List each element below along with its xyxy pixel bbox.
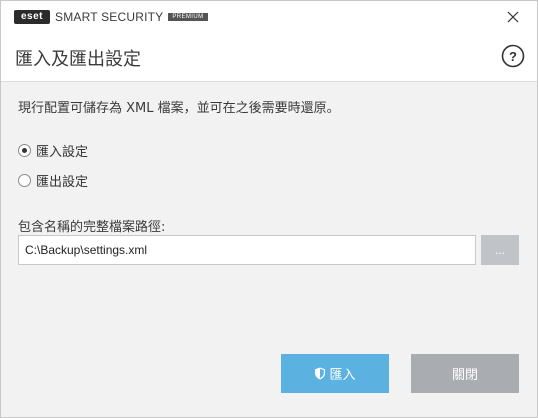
import-button[interactable]: 匯入 <box>281 354 389 393</box>
brand: eset SMART SECURITY PREMIUM <box>14 10 208 24</box>
description-text: 現行配置可儲存為 XML 檔案，並可在之後需要時還原。 <box>18 101 340 116</box>
help-icon[interactable]: ? <box>501 44 525 68</box>
close-button[interactable]: 關閉 <box>411 354 519 393</box>
eset-logo: eset <box>14 10 50 24</box>
svg-text:?: ? <box>509 49 517 64</box>
import-button-label: 匯入 <box>329 368 356 383</box>
file-path-input[interactable] <box>18 235 476 265</box>
edition-badge: PREMIUM <box>168 13 208 21</box>
radio-label: 匯出設定 <box>36 175 89 190</box>
shield-icon <box>314 367 326 380</box>
radio-import-settings[interactable]: 匯入設定 <box>18 141 88 160</box>
browse-button[interactable]: ... <box>481 235 519 265</box>
page-header: 匯入及匯出設定 ? <box>1 33 537 82</box>
radio-button-checked[interactable] <box>18 144 31 157</box>
radio-label: 匯入設定 <box>36 145 89 160</box>
product-name: SMART SECURITY <box>55 10 164 24</box>
radio-button-unchecked[interactable] <box>18 174 31 187</box>
radio-export-settings[interactable]: 匯出設定 <box>18 171 88 190</box>
dialog-window: eset SMART SECURITY PREMIUM 匯入及匯出設定 ? 現行… <box>0 0 538 418</box>
page-title: 匯入及匯出設定 <box>15 49 141 70</box>
title-bar: eset SMART SECURITY PREMIUM <box>1 1 537 33</box>
close-button-label: 關閉 <box>451 368 478 383</box>
close-icon[interactable] <box>503 7 523 27</box>
file-path-label: 包含名稱的完整檔案路徑: <box>18 220 166 235</box>
